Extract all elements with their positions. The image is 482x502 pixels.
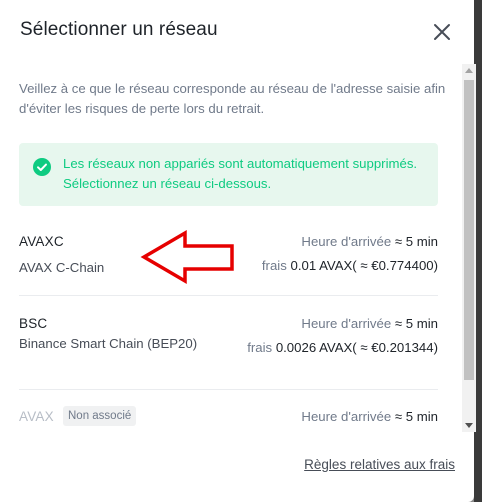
auto-removed-alert: Les réseaux non appariés sont automatiqu… <box>19 143 438 206</box>
network-warning-note: Veillez à ce que le réseau corresponde a… <box>19 81 446 116</box>
fee-rules-link[interactable]: Règles relatives aux frais <box>304 457 455 472</box>
arrival-time: Heure d'arrivée ≈ 5 min <box>301 234 438 249</box>
select-network-modal: Sélectionner un réseau Veillez à ce que … <box>0 0 476 502</box>
modal-title: Sélectionner un réseau <box>20 19 218 40</box>
scrollbar-thumb[interactable] <box>464 80 474 380</box>
fee-label: frais <box>247 340 273 355</box>
arrival-time: Heure d'arrivée ≈ 5 min <box>301 409 438 424</box>
withdrawal-fee: frais 0.0026 AVAX( ≈ €0.201344) <box>247 340 438 355</box>
fee-label: frais <box>261 258 287 273</box>
fee-value: 0.0026 AVAX( ≈ €0.201344) <box>275 340 438 355</box>
network-name: Binance Smart Chain (BEP20) <box>19 336 198 351</box>
network-code: AVAX <box>19 409 54 424</box>
arrival-value: ≈ 5 min <box>394 234 438 249</box>
withdrawal-fee: frais 0.01 AVAX( ≈ €0.774400) <box>262 258 438 273</box>
network-list-scroll-area[interactable]: Veillez à ce que le réseau corresponde a… <box>0 64 474 432</box>
close-button[interactable] <box>430 20 454 44</box>
arrival-label: Heure d'arrivée <box>301 234 392 249</box>
close-icon <box>434 24 450 40</box>
fee-value: 0.01 AVAX( ≈ €0.774400) <box>290 258 438 273</box>
scroll-down-icon[interactable] <box>465 423 473 428</box>
arrival-label: Heure d'arrivée <box>301 409 392 424</box>
not-associated-badge: Non associé <box>63 406 137 426</box>
arrival-value: ≈ 5 min <box>394 316 438 331</box>
check-circle-icon <box>33 158 51 176</box>
arrival-time: Heure d'arrivée ≈ 5 min <box>301 316 438 331</box>
scroll-up-icon[interactable] <box>465 68 473 73</box>
network-code: BSC <box>19 316 48 331</box>
arrival-label: Heure d'arrivée <box>301 316 392 331</box>
alert-text: Les réseaux non appariés sont automatiqu… <box>63 156 418 191</box>
divider <box>19 295 438 296</box>
network-option-avax: AVAX Non associé Heure d'arrivée ≈ 5 min <box>19 406 438 432</box>
arrival-value: ≈ 5 min <box>394 409 438 424</box>
divider <box>19 389 438 390</box>
vertical-scrollbar[interactable] <box>462 64 476 432</box>
network-option-bsc[interactable]: BSC Binance Smart Chain (BEP20) Heure d'… <box>19 316 438 384</box>
red-arrow-left-icon <box>140 229 234 285</box>
network-code: AVAXC <box>19 234 64 249</box>
